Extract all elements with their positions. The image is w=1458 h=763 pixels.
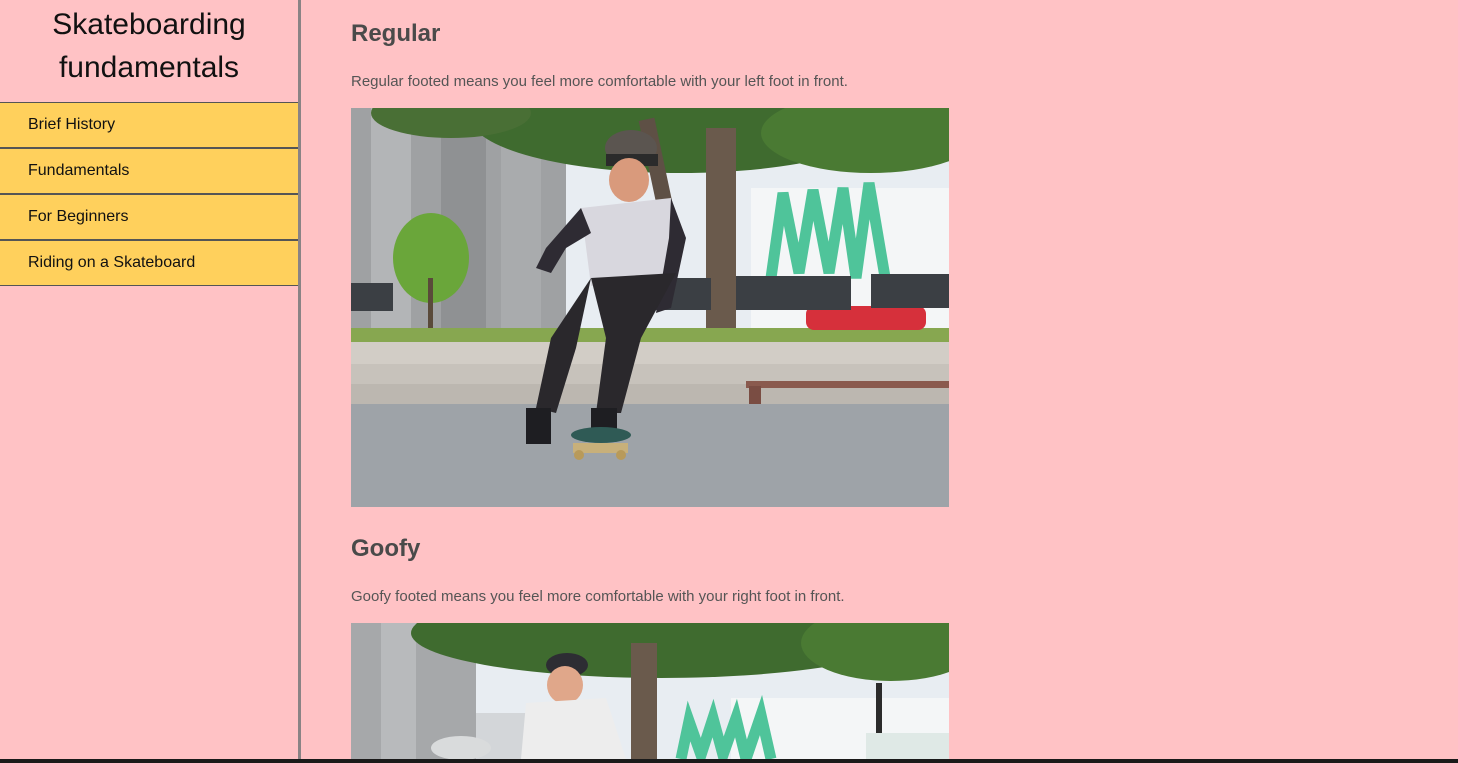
goofy-stance-photo (351, 623, 949, 759)
nav-list: Brief History Fundamentals For Beginners… (0, 102, 298, 286)
regular-stance-photo (351, 108, 949, 507)
site-title: Skateboarding fundamentals (52, 8, 246, 84)
page: Skateboarding fundamentals Brief History… (0, 0, 1458, 763)
section-heading-regular: Regular (351, 20, 441, 47)
section-text-goofy: Goofy footed means you feel more comfort… (351, 588, 845, 605)
nav-link-for-beginners[interactable]: For Beginners (0, 194, 298, 240)
nav-link-riding-on-a-skateboard[interactable]: Riding on a Skateboard (0, 240, 298, 286)
nav-link-brief-history[interactable]: Brief History (0, 102, 298, 148)
section-text-regular: Regular footed means you feel more comfo… (351, 73, 848, 90)
nav-link-fundamentals[interactable]: Fundamentals (0, 148, 298, 194)
window-bottom-edge (0, 759, 1458, 763)
sidebar-nav: Skateboarding fundamentals Brief History… (0, 0, 301, 763)
section-heading-goofy: Goofy (351, 535, 421, 562)
